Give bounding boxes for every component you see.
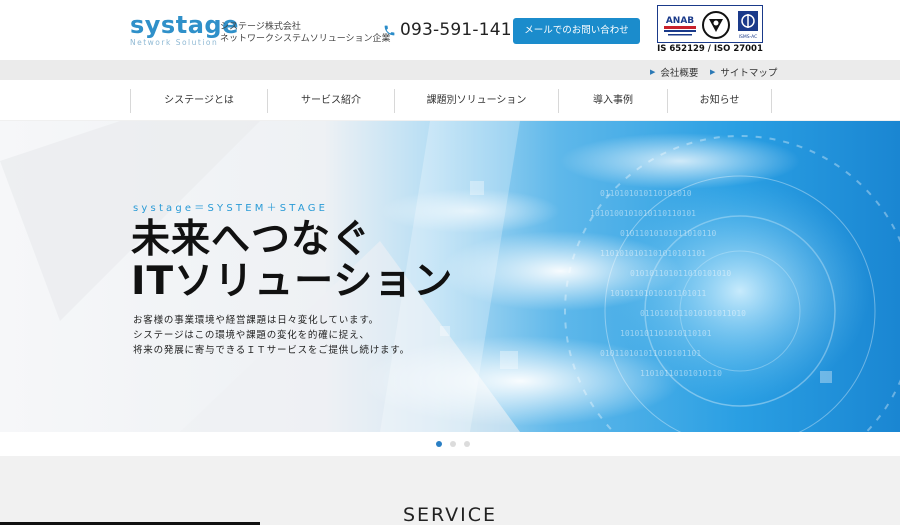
svg-text:ISMS-AC: ISMS-AC — [739, 34, 758, 40]
hero-title: 未来へつなぐ ITソリューション — [131, 219, 453, 303]
link-sitemap[interactable]: ▶ サイトマップ — [710, 65, 777, 79]
hero-slider: 0110101010110101010 10101001010101101101… — [0, 121, 900, 432]
company-description: ネットワークシステムソリューション企業 — [220, 34, 391, 44]
phone-number: 093-591-1415 — [400, 20, 523, 40]
hero-description-line: お客様の事業環境や経営課題は日々変化しています。 — [133, 315, 379, 326]
link-label: サイトマップ — [720, 68, 778, 79]
service-section: SERVICE — [0, 456, 900, 525]
certification-seal-icon — [702, 11, 730, 39]
slider-pagination — [0, 432, 900, 456]
nav-divider — [771, 89, 772, 113]
nav-item-about[interactable]: システージとは — [130, 89, 267, 113]
slider-dot[interactable] — [464, 441, 470, 447]
contact-email-button[interactable]: メールでのお問い合わせ — [513, 18, 640, 44]
link-company-profile[interactable]: ▶ 会社概要 — [650, 65, 698, 79]
hero-description-line: 将来の発展に寄与できるＩＴサービスをご提供し続けます。 — [133, 345, 410, 356]
company-tagline: システージ株式会社 ネットワークシステムソリューション企業 — [220, 21, 391, 45]
phone-contact[interactable]: 093-591-1415 — [383, 20, 523, 40]
nav-item-case-studies[interactable]: 導入事例 — [558, 89, 667, 113]
arrow-right-icon: ▶ — [710, 68, 716, 76]
svg-text:0110101010110101010: 0110101010110101010 — [600, 189, 692, 198]
svg-text:1010100101010110110101: 1010100101010110110101 — [590, 209, 696, 218]
global-navigation: システージとは サービス紹介 課題別ソリューション 導入事例 お知らせ — [0, 80, 900, 121]
isms-ac-mark-icon: ISMS-AC — [738, 11, 758, 40]
link-label: 会社概要 — [660, 68, 699, 79]
nav-item-services[interactable]: サービス紹介 — [267, 89, 394, 113]
utility-bar: ▶ 会社概要 ▶ サイトマップ — [0, 60, 900, 80]
phone-icon — [384, 25, 395, 35]
svg-text:01011010101011010110: 01011010101011010110 — [620, 229, 717, 238]
company-name: システージ株式会社 — [220, 22, 301, 32]
certification-badge: ANAB ISMS-AC IS 652129 / ISO 27001 — [657, 5, 763, 54]
nav-item-solutions[interactable]: 課題別ソリューション — [394, 89, 558, 113]
hero-title-line: 未来へつなぐ — [131, 217, 372, 262]
svg-text:0110101011010101011010: 0110101011010101011010 — [640, 309, 746, 318]
hero-description: お客様の事業環境や経営課題は日々変化しています。 システージはこの環境や課題の変… — [133, 313, 410, 358]
certification-logos: ANAB ISMS-AC — [657, 5, 763, 43]
hero-title-line: ITソリューション — [131, 259, 454, 304]
hero-eyebrow: systage＝SYSTEM＋STAGE — [133, 203, 329, 214]
certification-number: IS 652129 / ISO 27001 — [657, 44, 763, 54]
nav-item-news[interactable]: お知らせ — [667, 89, 771, 113]
slider-dot[interactable] — [436, 441, 442, 447]
svg-text:1010101101010110101: 1010101101010110101 — [620, 329, 712, 338]
anab-mark-icon: ANAB — [662, 11, 698, 39]
site-header: systage Network Solution システージ株式会社 ネットワー… — [0, 0, 900, 60]
slider-dot[interactable] — [450, 441, 456, 447]
arrow-right-icon: ▶ — [650, 68, 656, 76]
svg-text:ANAB: ANAB — [666, 16, 694, 26]
hero-description-line: システージはこの環境や課題の変化を的確に捉え、 — [133, 330, 370, 341]
